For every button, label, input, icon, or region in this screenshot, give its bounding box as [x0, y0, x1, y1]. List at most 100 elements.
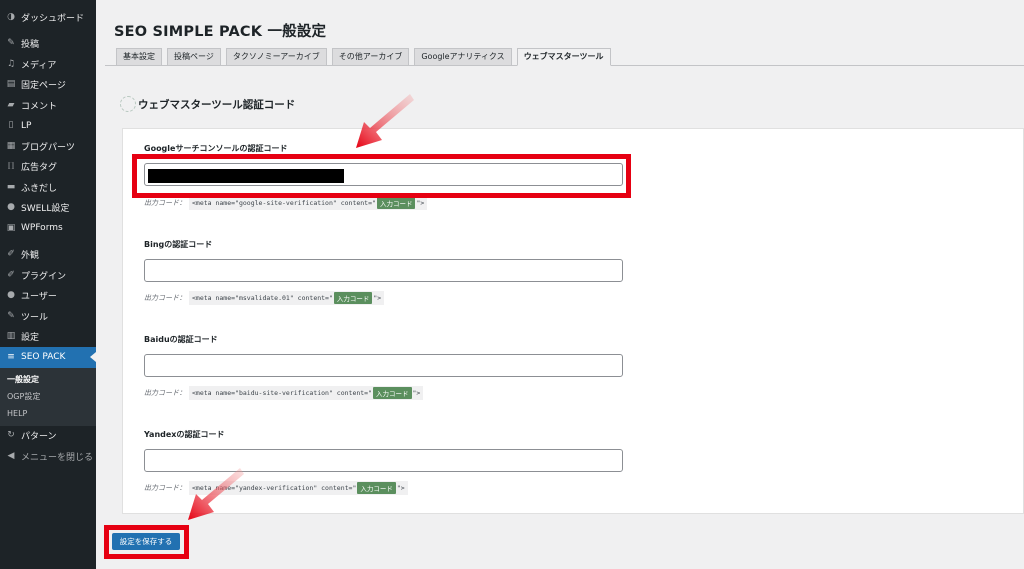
admin-sidebar: ◑ ダッシュボード ✎ 投稿 ♫ メディア ▤ 固定ページ ▰ コメント ▯ LP ▦ ブログ…: [0, 0, 96, 569]
sidebar-item-label: 投稿: [21, 40, 40, 51]
user-icon: ●: [7, 290, 15, 301]
bing-output-hint: 出力コード： <meta name="msvalidate.01" conten…: [144, 291, 385, 305]
code-after: ">: [396, 484, 405, 492]
google-verification-input[interactable]: [144, 163, 623, 186]
sidebar-item-lp[interactable]: ▯ LP: [0, 116, 96, 137]
section-heading: ウェブマスターツール認証コード: [120, 96, 295, 112]
code-before: <meta name="baidu-site-verification" con…: [192, 389, 373, 397]
code-after: ">: [412, 389, 421, 397]
google-field: Googleサーチコンソールの認証コード: [144, 143, 287, 155]
ad-tag-icon: ⟦⟧: [7, 162, 15, 171]
section-decoration-icon: [120, 96, 136, 112]
blog-parts-icon: ▦: [6, 140, 16, 151]
submenu-item-help[interactable]: HELP: [0, 405, 96, 422]
bing-field: Bingの認証コード: [144, 239, 212, 251]
sidebar-item-label: 外観: [21, 251, 40, 262]
google-output-hint: 出力コード： <meta name="google-site-verificat…: [144, 196, 428, 210]
sidebar-item-blog-parts[interactable]: ▦ ブログパーツ: [0, 136, 96, 157]
sidebar-item-seo-pack[interactable]: ≡ SEO PACK: [0, 347, 96, 368]
tool-icon: ✎: [7, 310, 15, 321]
sidebar-item-posts[interactable]: ✎ 投稿: [0, 34, 96, 55]
tab-google-analytics[interactable]: Googleアナリティクス: [414, 48, 512, 66]
sidebar-item-users[interactable]: ● ユーザー: [0, 286, 96, 307]
yandex-output-hint: 出力コード： <meta name="yandex-verification" …: [144, 481, 408, 495]
sidebar-item-label: 設定: [21, 333, 40, 344]
tab-posts[interactable]: 投稿ページ: [167, 48, 221, 66]
sidebar-item-label: SEO PACK: [21, 352, 66, 363]
tab-other-archive[interactable]: その他アーカイブ: [331, 48, 410, 66]
sidebar-item-label: WPForms: [21, 223, 63, 234]
settings-tabs: 基本設定 投稿ページ タクソノミーアーカイブ その他アーカイブ Googleアナ…: [116, 48, 611, 66]
plugin-icon: ✐: [7, 269, 15, 280]
output-code: <meta name="baidu-site-verification" con…: [189, 386, 424, 400]
yandex-field-label: Yandexの認証コード: [144, 430, 225, 439]
tab-basic[interactable]: 基本設定: [116, 48, 162, 66]
sidebar-item-appearance[interactable]: ✐ 外観: [0, 245, 96, 266]
input-code-tag: 入力コード: [373, 387, 412, 399]
sidebar-item-wpforms[interactable]: ▣ WPForms: [0, 218, 96, 239]
hint-prefix: 出力コード：: [144, 484, 186, 492]
settings-icon: ▥: [6, 331, 16, 342]
page-title: SEO SIMPLE PACK 一般設定: [114, 24, 327, 40]
sidebar-item-label: LP: [21, 120, 32, 131]
sidebar-item-ad-tag[interactable]: ⟦⟧ 広告タグ: [0, 157, 96, 178]
submenu-item-ogp[interactable]: OGP設定: [0, 388, 96, 405]
page-icon: ▤: [6, 79, 16, 90]
output-code: <meta name="yandex-verification" content…: [189, 481, 408, 495]
sidebar-item-label: メディア: [21, 60, 57, 71]
output-code: <meta name="google-site-verification" co…: [189, 196, 428, 210]
sidebar-item-tools[interactable]: ✎ ツール: [0, 306, 96, 327]
dashboard-icon: ◑: [7, 11, 15, 22]
sidebar-item-label: SWELL設定: [21, 204, 70, 215]
baidu-verification-input[interactable]: [144, 354, 623, 377]
code-after: ">: [416, 199, 425, 207]
lp-icon: ▯: [8, 120, 14, 131]
sidebar-item-balloon[interactable]: ▬ ふきだし: [0, 177, 96, 198]
yandex-field: Yandexの認証コード: [144, 429, 224, 441]
sidebar-item-label: ブログパーツ: [21, 142, 75, 153]
input-code-tag: 入力コード: [357, 482, 396, 494]
sidebar-item-pages[interactable]: ▤ 固定ページ: [0, 75, 96, 96]
seo-pack-icon: ≡: [7, 351, 15, 362]
sidebar-item-label: パターン: [21, 432, 57, 443]
sidebar-item-label: メニューを閉じる: [21, 452, 94, 463]
sidebar-item-label: ユーザー: [21, 292, 57, 303]
submenu-item-general[interactable]: 一般設定: [0, 371, 96, 388]
baidu-field: Baiduの認証コード: [144, 334, 218, 346]
google-field-label: Googleサーチコンソールの認証コード: [144, 144, 288, 153]
masked-value: [148, 169, 344, 183]
hint-prefix: 出力コード：: [144, 199, 186, 207]
baidu-field-label: Baiduの認証コード: [144, 335, 218, 344]
input-code-tag: 入力コード: [333, 292, 373, 304]
code-after: ">: [373, 294, 382, 302]
sidebar-item-label: 広告タグ: [21, 163, 58, 174]
collapse-menu-button[interactable]: ◀ メニューを閉じる: [0, 446, 96, 467]
sidebar-item-plugins[interactable]: ✐ プラグイン: [0, 265, 96, 286]
tab-taxonomy-archive[interactable]: タクソノミーアーカイブ: [225, 48, 327, 66]
sidebar-item-dashboard[interactable]: ◑ ダッシュボード: [0, 7, 96, 28]
sidebar-item-media[interactable]: ♫ メディア: [0, 54, 96, 75]
settings-panel: Googleサーチコンソールの認証コード 出力コード： <meta name="…: [122, 128, 1024, 514]
sidebar-item-comments[interactable]: ▰ コメント: [0, 95, 96, 116]
wpforms-icon: ▣: [6, 222, 16, 233]
sidebar-item-label: プラグイン: [21, 271, 67, 282]
section-title: ウェブマスターツール認証コード: [138, 98, 296, 111]
sidebar-item-patterns[interactable]: ↻ パターン: [0, 426, 96, 447]
save-settings-button[interactable]: 設定を保存する: [112, 533, 180, 550]
yandex-verification-input[interactable]: [144, 449, 623, 472]
baidu-output-hint: 出力コード： <meta name="baidu-site-verificati…: [144, 386, 424, 400]
code-before: <meta name="msvalidate.01" content=": [192, 294, 333, 302]
balloon-icon: ▬: [6, 181, 16, 192]
sidebar-item-label: ふきだし: [21, 183, 58, 194]
sidebar-item-swell-settings[interactable]: ● SWELL設定: [0, 198, 96, 219]
sidebar-item-label: ツール: [21, 312, 49, 323]
bing-field-label: Bingの認証コード: [144, 240, 213, 249]
sidebar-item-label: ダッシュボード: [21, 13, 85, 24]
comment-icon: ▰: [7, 99, 15, 110]
sidebar-item-settings[interactable]: ▥ 設定: [0, 327, 96, 348]
tab-webmaster-tools[interactable]: ウェブマスターツール: [516, 48, 611, 66]
pin-icon: ✎: [7, 38, 15, 49]
input-code-tag: 入力コード: [376, 197, 416, 209]
bing-verification-input[interactable]: [144, 259, 623, 282]
hint-prefix: 出力コード：: [144, 294, 186, 302]
